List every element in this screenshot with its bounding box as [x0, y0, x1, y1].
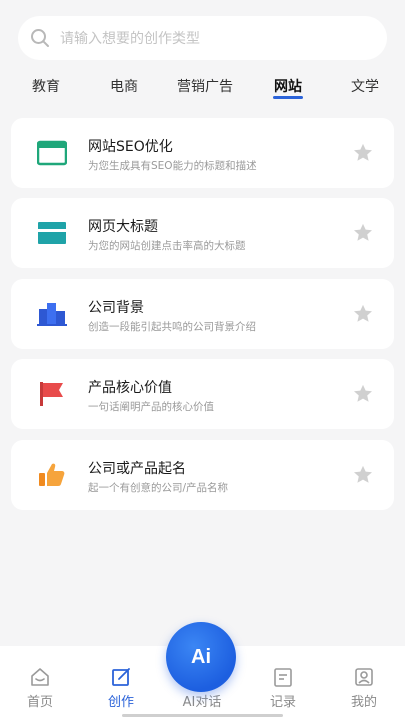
card-product-value[interactable]: 产品核心价值 一句话阐明产品的核心价值 [11, 359, 394, 429]
nav-home[interactable]: 首页 [10, 666, 70, 716]
webpage-icon [38, 222, 66, 244]
nav-profile[interactable]: 我的 [334, 666, 394, 716]
ai-chat-button[interactable]: Ai [166, 622, 236, 692]
record-icon [274, 668, 292, 687]
star-icon[interactable] [352, 464, 374, 486]
tab-literature[interactable]: 文学 [351, 76, 379, 96]
card-description: 为您的网站创建点击率高的大标题 [88, 240, 246, 252]
card-description: 创造一段能引起共鸣的公司背景介绍 [88, 321, 256, 333]
tab-ecommerce[interactable]: 电商 [110, 76, 138, 96]
tab-marketing[interactable]: 营销广告 [177, 76, 233, 96]
tab-education[interactable]: 教育 [32, 76, 60, 96]
card-description: 一句话阐明产品的核心价值 [88, 401, 214, 413]
star-icon[interactable] [352, 303, 374, 325]
nav-records[interactable]: 记录 [253, 666, 313, 716]
search-icon [31, 29, 49, 47]
home-icon [31, 668, 49, 686]
card-title: 网页大标题 [88, 219, 158, 235]
nav-create-label: 创作 [107, 695, 134, 710]
star-icon[interactable] [352, 383, 374, 405]
card-title: 公司背景 [88, 300, 144, 316]
edit-icon [112, 668, 130, 686]
flag-icon [40, 382, 63, 406]
card-page-headline[interactable]: 网页大标题 为您的网站创建点击率高的大标题 [11, 198, 394, 268]
tab-website[interactable]: 网站 [274, 76, 302, 96]
search-bar[interactable]: 请输入想要的创作类型 [18, 16, 387, 60]
nav-create[interactable]: 创作 [91, 666, 151, 716]
nav-records-label: 记录 [269, 695, 296, 710]
star-icon[interactable] [352, 142, 374, 164]
ai-button-label: Ai [191, 645, 211, 668]
card-title: 公司或产品起名 [88, 461, 186, 477]
card-seo[interactable]: 网站SEO优化 为您生成具有SEO能力的标题和描述 [11, 118, 394, 188]
search-input[interactable]: 请输入想要的创作类型 [60, 28, 200, 48]
nav-home-label: 首页 [26, 695, 53, 710]
thumbs-up-icon [39, 463, 65, 486]
card-title: 产品核心价值 [88, 380, 172, 396]
card-naming[interactable]: 公司或产品起名 起一个有创意的公司/产品名称 [11, 440, 394, 510]
card-description: 为您生成具有SEO能力的标题和描述 [88, 160, 257, 172]
active-tab-indicator [273, 96, 303, 99]
nav-ai-chat-label: AI对话 [182, 695, 222, 710]
card-company-background[interactable]: 公司背景 创造一段能引起共鸣的公司背景介绍 [11, 279, 394, 349]
card-title: 网站SEO优化 [88, 139, 173, 155]
card-description: 起一个有创意的公司/产品名称 [88, 482, 229, 494]
profile-icon [355, 668, 373, 686]
star-icon[interactable] [352, 222, 374, 244]
building-icon [37, 303, 67, 326]
home-indicator [122, 714, 283, 717]
category-tabs: 教育 电商 营销广告 网站 文学 [0, 70, 405, 102]
nav-profile-label: 我的 [350, 695, 377, 710]
browser-window-icon [37, 140, 67, 166]
